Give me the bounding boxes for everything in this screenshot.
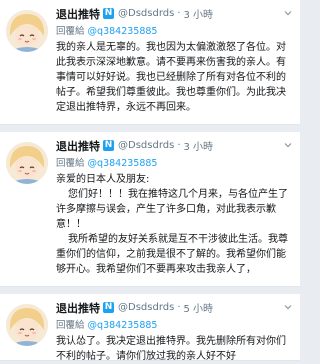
tweet-header: 退出推特 N @Dsdsdrds · 5 小時 xyxy=(56,300,292,316)
badge-icon: N xyxy=(103,140,114,151)
reply-context: 回覆給 @q384235885 xyxy=(56,155,292,169)
timestamp[interactable]: 3 小時 xyxy=(184,6,214,21)
user-handle[interactable]: @Dsdsdrds xyxy=(118,302,174,313)
chevron-down-icon[interactable] xyxy=(284,9,292,17)
chevron-down-icon[interactable] xyxy=(284,303,292,311)
reply-label: 回覆給 xyxy=(56,26,85,37)
tweet-header: 退出推特 N @Dsdsdrds · 3 小時 xyxy=(56,138,292,154)
timestamp[interactable]: 5 小時 xyxy=(184,300,214,315)
reply-label: 回覆給 xyxy=(56,320,85,331)
separator-dot: · xyxy=(177,8,181,19)
avatar[interactable] xyxy=(6,304,48,346)
tweet-card[interactable]: 退出推特 N @Dsdsdrds · 3 小時 回覆給 @q384235885 … xyxy=(0,0,300,125)
timestamp[interactable]: 3 小時 xyxy=(184,138,214,153)
tweet-text: 我认怂了。我决定退出推特界。我先删除所有对你们不利的帖子。请你们放过我的亲人好不… xyxy=(56,334,292,364)
user-handle[interactable]: @Dsdsdrds xyxy=(118,8,174,19)
tweet-content: 退出推特 N @Dsdsdrds · 5 小時 回覆給 @q384235885 … xyxy=(56,300,292,364)
reply-mention-link[interactable]: @q384235885 xyxy=(88,320,158,331)
reply-context: 回覆給 @q384235885 xyxy=(56,23,292,37)
tweet-paragraph: 我所希望的友好关系就是互不干涉彼此生活。我尊重你们的信仰，之前我是很不了解的。我… xyxy=(56,234,288,275)
user-handle[interactable]: @Dsdsdrds xyxy=(118,140,174,151)
tweet-content: 退出推特 N @Dsdsdrds · 3 小時 回覆給 @q384235885 … xyxy=(56,6,292,115)
tweet-paragraph: 您们好！！！我在推特这几个月来，与各位产生了许多摩擦与误会，产生了许多口角，对此… xyxy=(56,189,288,230)
display-name[interactable]: 退出推特 xyxy=(56,6,100,22)
tweet-card[interactable]: 退出推特 N @Dsdsdrds · 3 小時 回覆給 @q384235885 … xyxy=(0,132,300,287)
avatar[interactable] xyxy=(6,10,48,52)
tweet-card[interactable]: 退出推特 N @Dsdsdrds · 5 小時 回覆給 @q384235885 … xyxy=(0,294,300,364)
reply-mention-link[interactable]: @q384235885 xyxy=(88,26,158,37)
chevron-down-icon[interactable] xyxy=(284,141,292,149)
reply-context: 回覆給 @q384235885 xyxy=(56,317,292,331)
tweet-content: 退出推特 N @Dsdsdrds · 3 小時 回覆給 @q384235885 … xyxy=(56,138,292,277)
badge-icon: N xyxy=(103,8,114,19)
reply-mention-link[interactable]: @q384235885 xyxy=(88,158,158,169)
avatar[interactable] xyxy=(6,142,48,184)
display-name[interactable]: 退出推特 xyxy=(56,138,100,154)
badge-icon: N xyxy=(103,302,114,313)
tweet-header: 退出推特 N @Dsdsdrds · 3 小時 xyxy=(56,6,292,22)
display-name[interactable]: 退出推特 xyxy=(56,300,100,316)
tweet-text: 我的亲人是无辜的。我也因为太偏激激怒了各位。对此我表示深深地歉意。请不要再来伤害… xyxy=(56,40,292,115)
reply-label: 回覆給 xyxy=(56,158,85,169)
tweet-paragraph: 亲爱的日本人及朋友: xyxy=(56,174,150,185)
tweet-text: 亲爱的日本人及朋友: 您们好！！！我在推特这几个月来，与各位产生了许多摩擦与误会… xyxy=(56,172,292,277)
separator-dot: · xyxy=(177,302,181,313)
tweet-paragraph: 我的亲人是无辜的。我也因为太偏激激怒了各位。对此我表示深深地歉意。请不要再来伤害… xyxy=(56,42,286,113)
tweet-feed: 退出推特 N @Dsdsdrds · 3 小時 回覆給 @q384235885 … xyxy=(0,0,300,364)
separator-dot: · xyxy=(177,140,181,151)
tweet-paragraph: 我认怂了。我决定退出推特界。我先删除所有对你们不利的帖子。请你们放过我的亲人好不… xyxy=(56,336,286,362)
